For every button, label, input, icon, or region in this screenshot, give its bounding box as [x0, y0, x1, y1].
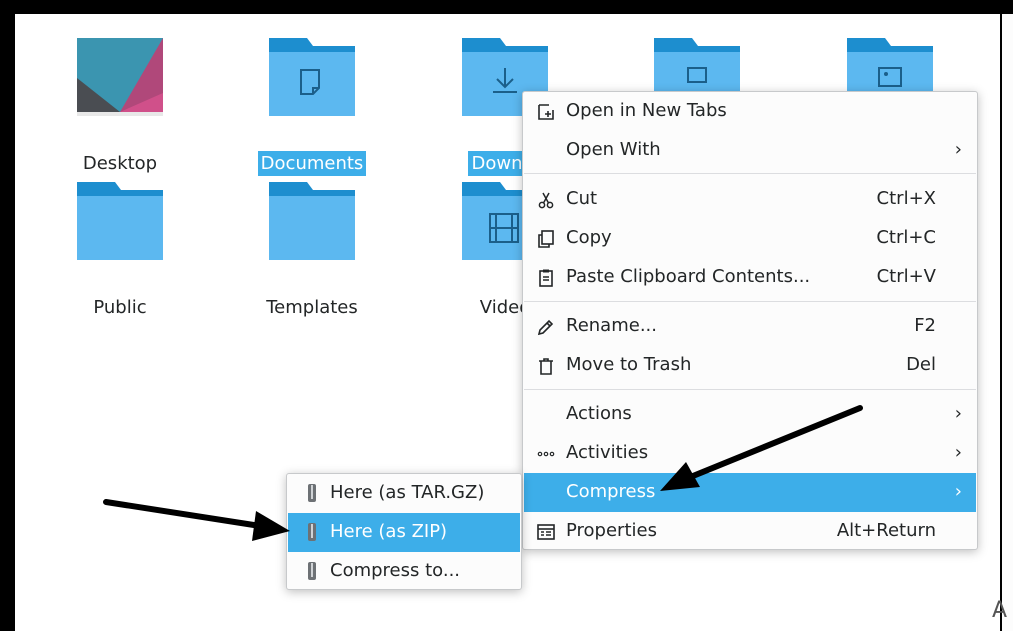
chevron-right-icon: › — [954, 139, 962, 160]
menu-item-move-to-trash[interactable]: Move to Trash Del — [524, 346, 976, 385]
menu-item-shortcut: Alt+Return — [836, 520, 936, 541]
menu-item-properties[interactable]: Properties Alt+Return — [524, 512, 976, 551]
menu-item-paste[interactable]: Paste Clipboard Contents... Ctrl+V — [524, 258, 976, 297]
menu-item-label: Activities — [566, 442, 649, 463]
menu-separator — [524, 173, 976, 174]
file-label: Desktop — [82, 153, 158, 174]
menu-item-rename[interactable]: Rename... F2 — [524, 307, 976, 346]
menu-item-label: Here (as ZIP) — [330, 521, 448, 542]
menu-item-label: Move to Trash — [566, 354, 692, 375]
compress-submenu: Here (as TAR.GZ) Here (as ZIP) Compress … — [286, 473, 522, 590]
archive-icon — [308, 562, 316, 580]
submenu-item-here-tar-gz[interactable]: Here (as TAR.GZ) — [288, 474, 520, 513]
menu-item-label: Compress to... — [330, 560, 461, 581]
scissors-icon — [538, 192, 554, 209]
open-new-tab-icon — [538, 104, 554, 120]
archive-icon — [308, 523, 316, 541]
copy-icon — [538, 230, 554, 248]
folder-icon — [269, 182, 355, 260]
menu-item-label: Open With — [566, 139, 661, 160]
menu-item-actions[interactable]: Actions › — [524, 395, 976, 434]
file-label: Templates — [266, 297, 358, 318]
folder-icon — [77, 182, 163, 260]
menu-item-label: Paste Clipboard Contents... — [566, 266, 811, 287]
pencil-icon — [537, 319, 554, 336]
file-label: Documents — [257, 151, 367, 176]
menu-item-shortcut: Ctrl+V — [876, 266, 936, 287]
context-menu: Open in New Tabs Open With › Cut Ctrl+X … — [522, 91, 978, 550]
menu-item-label: Cut — [566, 188, 598, 209]
submenu-item-compress-to[interactable]: Compress to... — [288, 552, 520, 591]
menu-separator — [524, 389, 976, 390]
menu-item-compress[interactable]: Compress › — [524, 473, 976, 512]
archive-icon — [308, 484, 316, 502]
screenshot-stage: Desktop Documents Downlo Public Template… — [0, 0, 1013, 631]
menu-item-label: Properties — [566, 520, 657, 541]
window-edge — [1002, 14, 1013, 631]
folder-documents-icon — [269, 38, 355, 116]
chevron-right-icon: › — [954, 442, 962, 463]
menu-item-shortcut: F2 — [914, 315, 936, 336]
menu-item-label: Actions — [566, 403, 632, 424]
trash-icon — [539, 358, 553, 375]
menu-item-shortcut: Ctrl+X — [876, 188, 936, 209]
menu-item-shortcut: Ctrl+C — [876, 227, 936, 248]
properties-icon — [537, 524, 555, 540]
menu-item-cut[interactable]: Cut Ctrl+X — [524, 180, 976, 219]
menu-item-open-in-new-tabs[interactable]: Open in New Tabs — [524, 92, 976, 131]
activities-icon — [537, 451, 555, 457]
menu-item-shortcut: Del — [906, 354, 936, 375]
menu-item-label: Compress — [566, 481, 656, 502]
submenu-item-here-zip[interactable]: Here (as ZIP) — [288, 513, 520, 552]
menu-item-label: Rename... — [566, 315, 657, 336]
chevron-right-icon: › — [954, 403, 962, 424]
menu-item-copy[interactable]: Copy Ctrl+C — [524, 219, 976, 258]
menu-item-activities[interactable]: Activities › — [524, 434, 976, 473]
file-label: Public — [93, 297, 147, 318]
chevron-right-icon: › — [954, 481, 962, 502]
menu-item-label: Copy — [566, 227, 612, 248]
menu-item-open-with[interactable]: Open With › — [524, 131, 976, 170]
menu-item-label: Open in New Tabs — [566, 100, 727, 121]
menu-separator — [524, 301, 976, 302]
corner-glyph: A — [992, 598, 1008, 623]
paste-icon — [539, 269, 553, 287]
menu-item-label: Here (as TAR.GZ) — [330, 482, 485, 503]
desktop-wallpaper-icon — [77, 38, 163, 116]
